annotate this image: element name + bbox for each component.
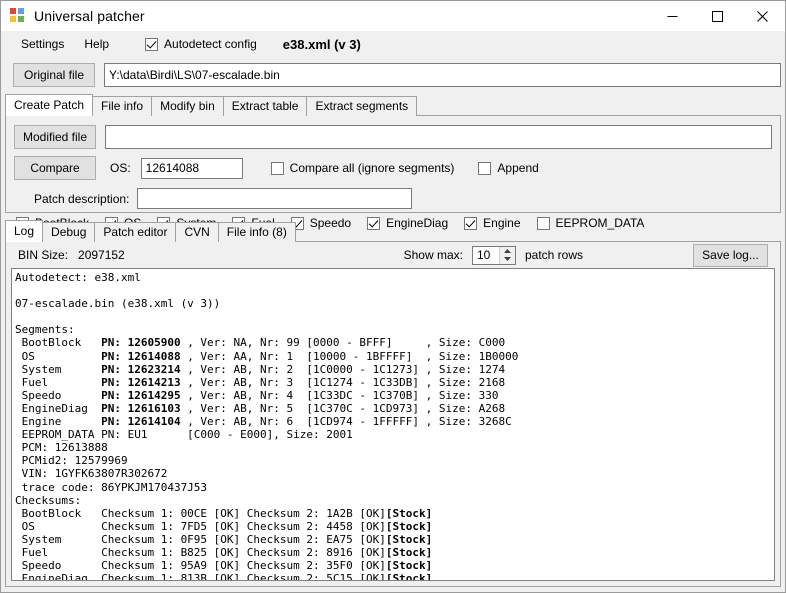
log-section: Log Debug Patch editor CVN File info (8)…	[1, 220, 785, 592]
log-tab-cvn[interactable]: CVN	[175, 222, 219, 242]
log-tab-log[interactable]: Log	[5, 220, 44, 242]
log-tab-file-info[interactable]: File info (8)	[217, 222, 296, 242]
close-icon[interactable]	[740, 1, 785, 31]
compare-all-label: Compare all (ignore segments)	[289, 161, 455, 175]
checkbox-box	[145, 37, 159, 51]
stepper-arrows	[498, 246, 515, 264]
log-tab-debug[interactable]: Debug	[42, 222, 96, 242]
window-controls	[650, 1, 785, 31]
main-tab-strip: Create Patch File info Modify bin Extrac…	[1, 94, 785, 116]
window-title: Universal patcher	[34, 8, 145, 24]
autodetect-config-label: Autodetect config	[164, 37, 257, 51]
patch-description-row: Patch description:	[6, 180, 780, 209]
modified-file-button[interactable]: Modified file	[14, 125, 96, 149]
os-input[interactable]: 12614088	[140, 157, 243, 179]
show-max-label: Show max:	[403, 248, 463, 262]
append-label: Append	[497, 161, 539, 175]
tab-modify-bin[interactable]: Modify bin	[151, 96, 224, 116]
minimize-icon[interactable]	[650, 1, 695, 31]
log-tab-patch-editor[interactable]: Patch editor	[94, 222, 177, 242]
maximize-icon[interactable]	[695, 1, 740, 31]
log-panel: BIN Size: 2097152 Show max: 10 patch row…	[5, 241, 781, 587]
autodetect-config-checkbox[interactable]: Autodetect config	[145, 37, 257, 51]
app-icon	[10, 8, 26, 24]
checkbox-box	[478, 161, 492, 175]
bin-size-label: BIN Size:	[18, 248, 69, 262]
chevron-down-icon[interactable]	[500, 255, 515, 264]
title-bar: Universal patcher	[1, 1, 785, 31]
patch-description-label: Patch description:	[34, 191, 130, 206]
log-tab-strip: Log Debug Patch editor CVN File info (8)	[1, 220, 785, 242]
original-file-row: Original file Y:\data\Birdi\LS\07-escala…	[1, 57, 785, 94]
modified-file-input[interactable]	[105, 125, 772, 149]
compare-button[interactable]: Compare	[14, 156, 96, 180]
log-textarea[interactable]: Autodetect: e38.xml 07-escalade.bin (e38…	[11, 268, 775, 581]
tab-extract-table[interactable]: Extract table	[222, 96, 308, 116]
log-toolbar: BIN Size: 2097152 Show max: 10 patch row…	[6, 242, 780, 268]
menu-bar: Settings Help Autodetect config e38.xml …	[1, 31, 785, 57]
tab-file-info[interactable]: File info	[92, 96, 153, 116]
save-log-button[interactable]: Save log...	[693, 243, 768, 267]
original-file-path-input[interactable]: Y:\data\Birdi\LS\07-escalade.bin	[104, 63, 781, 87]
checkbox-box	[270, 161, 284, 175]
tab-create-patch[interactable]: Create Patch	[5, 94, 94, 116]
create-patch-panel: Modified file Compare OS: 12614088 Compa…	[5, 115, 781, 230]
application-window: Universal patcher Settings Help Autodete…	[0, 0, 786, 593]
append-checkbox[interactable]: Append	[478, 161, 539, 175]
bin-size-value: 2097152	[78, 248, 125, 262]
menu-item-settings[interactable]: Settings	[11, 34, 74, 54]
os-label: OS:	[110, 161, 131, 175]
original-file-button[interactable]: Original file	[13, 63, 95, 87]
modified-file-row: Modified file	[6, 116, 780, 149]
menu-item-help[interactable]: Help	[74, 34, 119, 54]
compare-row: Compare OS: 12614088 Compare all (ignore…	[6, 149, 780, 180]
config-name: e38.xml (v 3)	[282, 36, 361, 52]
tab-extract-segments[interactable]: Extract segments	[306, 96, 418, 116]
patch-rows-label: patch rows	[524, 248, 583, 262]
patch-description-input[interactable]	[137, 188, 413, 209]
chevron-up-icon[interactable]	[500, 247, 515, 256]
show-max-stepper[interactable]: 10	[471, 245, 516, 265]
compare-all-checkbox[interactable]: Compare all (ignore segments)	[270, 161, 455, 175]
show-max-value[interactable]: 10	[473, 247, 499, 264]
